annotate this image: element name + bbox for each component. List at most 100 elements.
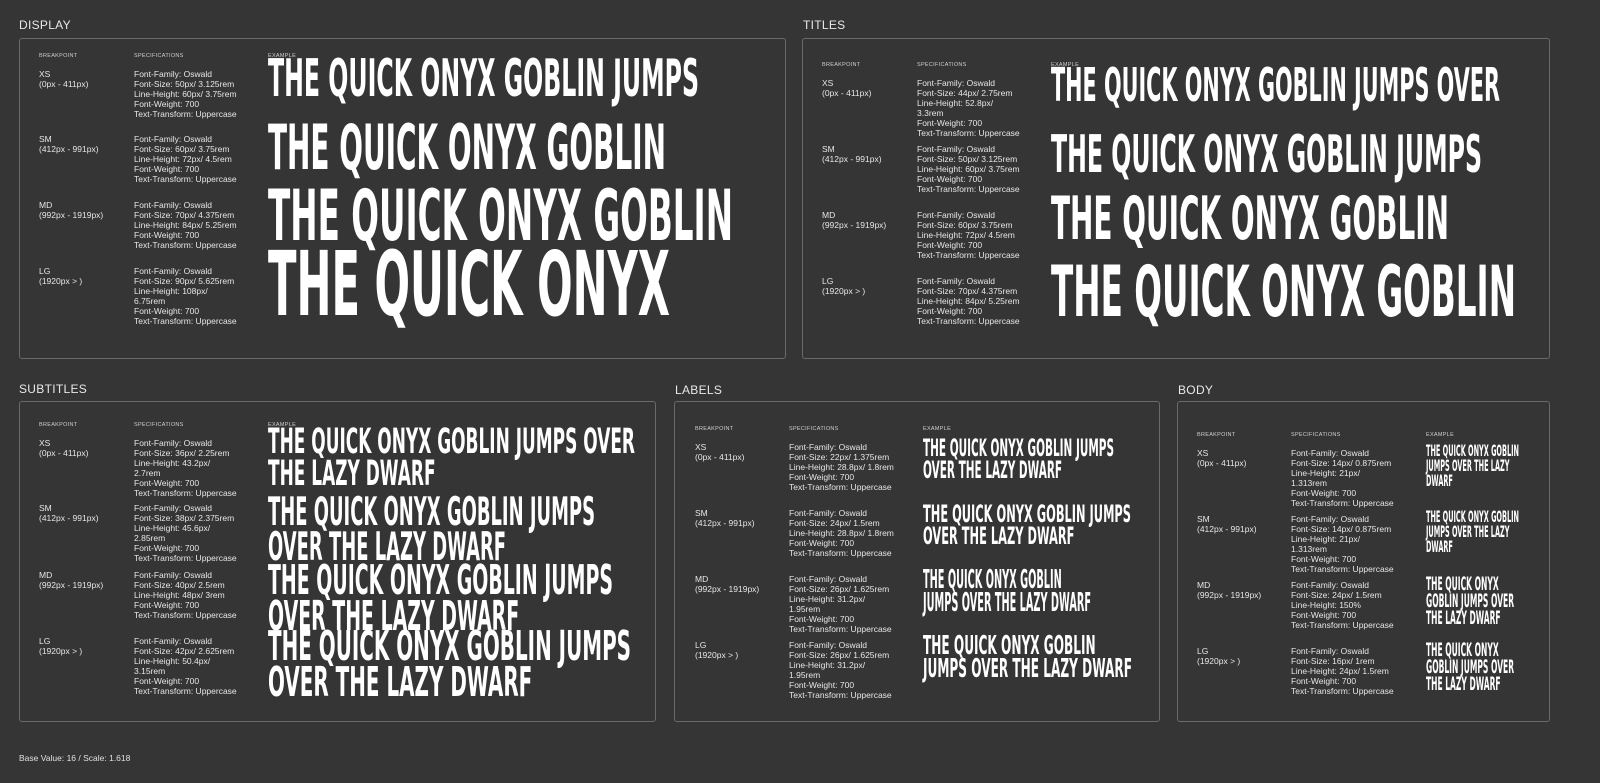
titles-lg-breakpoint-range: (1920px > ) bbox=[822, 286, 866, 296]
labels-md-spec-line: Font-Weight: 700 bbox=[789, 614, 855, 625]
display-sm-breakpoint: SM (412px - 991px) bbox=[39, 134, 99, 154]
labels-md-spec-line: 1.95rem bbox=[789, 604, 821, 615]
titles-xs-spec-line: Text-Transform: Uppercase bbox=[917, 128, 1020, 139]
subtitles-sm-spec-line: Line-Height: 45.6px/ bbox=[134, 523, 211, 534]
display-xs-spec-line: Font-Size: 50px/ 3.125rem bbox=[134, 79, 235, 90]
titles-xs-breakpoint-name: XS bbox=[822, 78, 834, 88]
body-sm-spec-line: 1.313rem bbox=[1291, 544, 1327, 555]
subtitles-xs-spec-line: Font-Family: Oswald bbox=[134, 438, 212, 448]
labels-xs-spec-line: Font-Family: Oswald bbox=[789, 442, 867, 452]
labels-sm-breakpoint-range: (412px - 991px) bbox=[695, 518, 755, 528]
body-md-example-line: THE LAZY DWARF bbox=[1426, 607, 1501, 630]
display-sm-spec-line: Line-Height: 72px/ 4.5rem bbox=[134, 154, 232, 165]
body-xs-example-line: DWARF bbox=[1426, 470, 1453, 490]
body-sm-spec-line: Font-Family: Oswald bbox=[1291, 514, 1369, 524]
body-xs-spec-line: 1.313rem bbox=[1291, 478, 1327, 489]
body-sm-specifications: Font-Family: Oswald Font-Size: 14px/ 0.87… bbox=[1291, 514, 1394, 575]
body-sm-breakpoint: SM (412px - 991px) bbox=[1197, 514, 1257, 534]
labels-lg-spec-line: Font-Size: 26px/ 1.625rem bbox=[789, 650, 890, 661]
body-lg-spec-line: Font-Family: Oswald bbox=[1291, 646, 1369, 656]
display-md-spec-line: Font-Family: Oswald bbox=[134, 200, 212, 210]
subtitles-breakpoint-header: BREAKPOINT bbox=[39, 422, 78, 428]
body-sm-breakpoint-name: SM bbox=[1197, 514, 1210, 524]
body-xs-spec-line: Font-Size: 14px/ 0.875rem bbox=[1291, 458, 1392, 469]
subtitles-md-spec-line: Font-Size: 40px/ 2.5rem bbox=[134, 580, 225, 591]
body-md-spec-line: Font-Family: Oswald bbox=[1291, 580, 1369, 590]
subtitles-md-spec-line: Text-Transform: Uppercase bbox=[134, 610, 237, 621]
titles-section-title: TITLES bbox=[803, 18, 846, 32]
display-sm-spec-line: Text-Transform: Uppercase bbox=[134, 174, 237, 185]
subtitles-lg-breakpoint: LG (1920px > ) bbox=[39, 636, 82, 656]
titles-xs-spec-line: Line-Height: 52.8px/ bbox=[917, 98, 994, 109]
subtitles-sm-breakpoint: SM (412px - 991px) bbox=[39, 503, 99, 523]
titles-md-spec-line: Text-Transform: Uppercase bbox=[917, 250, 1020, 261]
body-section-title: BODY bbox=[1178, 383, 1214, 397]
labels-section-title: LABELS bbox=[675, 383, 723, 397]
labels-md-example-line: JUMPS OVER THE LAZY DWARF bbox=[923, 588, 1092, 619]
display-section-title: DISPLAY bbox=[19, 18, 71, 32]
subtitles-section-title: SUBTITLES bbox=[19, 382, 88, 396]
display-md-breakpoint: MD (992px - 1919px) bbox=[39, 200, 103, 220]
display-md-spec-line: Font-Weight: 700 bbox=[134, 230, 200, 241]
subtitles-xs-spec-line: 2.7rem bbox=[134, 468, 161, 479]
body-lg-breakpoint-range: (1920px > ) bbox=[1197, 656, 1241, 666]
labels-md-breakpoint-range: (992px - 1919px) bbox=[695, 584, 760, 594]
body-md-specifications: Font-Family: Oswald Font-Size: 24px/ 1.5r… bbox=[1291, 580, 1394, 630]
labels-xs-specifications: Font-Family: Oswald Font-Size: 22px/ 1.37… bbox=[789, 442, 894, 492]
titles-xs-spec-line: Font-Weight: 700 bbox=[917, 118, 983, 129]
subtitles-specifications-header: SPECIFICATIONS bbox=[134, 422, 184, 428]
labels-sm-spec-line: Font-Family: Oswald bbox=[789, 508, 867, 518]
labels-sm-breakpoint: SM (412px - 991px) bbox=[695, 508, 755, 528]
body-sm-breakpoint-range: (412px - 991px) bbox=[1197, 524, 1257, 534]
titles-lg-breakpoint-name: LG bbox=[822, 276, 834, 286]
subtitles-lg-spec-line: Line-Height: 50.4px/ bbox=[134, 656, 211, 667]
labels-lg-spec-line: Font-Weight: 700 bbox=[789, 680, 855, 691]
body-sm-spec-line: Line-Height: 21px/ bbox=[1291, 534, 1360, 545]
titles-xs-spec-line: Font-Family: Oswald bbox=[917, 78, 995, 88]
titles-md-specifications: Font-Family: Oswald Font-Size: 60px/ 3.75… bbox=[917, 210, 1020, 260]
subtitles-md-spec-line: Line-Height: 48px/ 3rem bbox=[134, 590, 225, 601]
subtitles-sm-spec-line: Font-Family: Oswald bbox=[134, 503, 212, 513]
body-md-spec-line: Font-Size: 24px/ 1.5rem bbox=[1291, 590, 1382, 601]
subtitles-lg-spec-line: Font-Size: 42px/ 2.625rem bbox=[134, 646, 235, 657]
titles-md-spec-line: Line-Height: 72px/ 4.5rem bbox=[917, 230, 1015, 241]
titles-md-spec-line: Font-Family: Oswald bbox=[917, 210, 995, 220]
display-lg-breakpoint-range: (1920px > ) bbox=[39, 276, 83, 286]
titles-lg-spec-line: Font-Weight: 700 bbox=[917, 306, 983, 317]
titles-sm-breakpoint-name: SM bbox=[822, 144, 835, 154]
display-specifications-header: SPECIFICATIONS bbox=[134, 53, 184, 59]
body-example-header: EXAMPLE bbox=[1426, 432, 1455, 438]
labels-md-breakpoint: MD (992px - 1919px) bbox=[695, 574, 759, 594]
display-sm-example-line: THE QUICK ONYX GOBLIN bbox=[268, 111, 667, 185]
titles-xs-spec-line: Font-Size: 44px/ 2.75rem bbox=[917, 88, 1013, 99]
subtitles-md-spec-line: Font-Family: Oswald bbox=[134, 570, 212, 580]
display-xs-spec-line: Font-Family: Oswald bbox=[134, 69, 212, 79]
titles-xs-breakpoint-range: (0px - 411px) bbox=[822, 88, 872, 98]
titles-lg-spec-line: Text-Transform: Uppercase bbox=[917, 316, 1020, 327]
body-breakpoint-header: BREAKPOINT bbox=[1197, 432, 1236, 438]
labels-xs-breakpoint: XS (0px - 411px) bbox=[695, 442, 744, 462]
subtitles-md-breakpoint: MD (992px - 1919px) bbox=[39, 570, 103, 590]
subtitles-lg-specifications: Font-Family: Oswald Font-Size: 42px/ 2.62… bbox=[134, 636, 237, 697]
body-xs-spec-line: Line-Height: 21px/ bbox=[1291, 468, 1360, 479]
body-sm-spec-line: Font-Size: 14px/ 0.875rem bbox=[1291, 524, 1392, 535]
labels-lg-spec-line: 1.95rem bbox=[789, 670, 821, 681]
titles-lg-spec-line: Font-Family: Oswald bbox=[917, 276, 995, 286]
body-lg-breakpoint-name: LG bbox=[1197, 646, 1209, 656]
display-md-specifications: Font-Family: Oswald Font-Size: 70px/ 4.37… bbox=[134, 200, 237, 250]
subtitles-sm-spec-line: Font-Size: 38px/ 2.375rem bbox=[134, 513, 235, 524]
labels-xs-spec-line: Font-Size: 22px/ 1.375rem bbox=[789, 452, 890, 463]
subtitles-xs-breakpoint-name: XS bbox=[39, 438, 51, 448]
body-xs-breakpoint-range: (0px - 411px) bbox=[1197, 458, 1247, 468]
subtitles-lg-breakpoint-range: (1920px > ) bbox=[39, 646, 83, 656]
labels-xs-breakpoint-range: (0px - 411px) bbox=[695, 452, 745, 462]
body-specifications-header: SPECIFICATIONS bbox=[1291, 432, 1341, 438]
body-sm-spec-line: Font-Weight: 700 bbox=[1291, 554, 1357, 565]
subtitles-sm-spec-line: 2.85rem bbox=[134, 533, 166, 544]
display-sm-specifications: Font-Family: Oswald Font-Size: 60px/ 3.75… bbox=[134, 134, 237, 184]
body-lg-spec-line: Font-Size: 16px/ 1rem bbox=[1291, 656, 1375, 667]
display-lg-spec-line: Text-Transform: Uppercase bbox=[134, 316, 237, 327]
labels-xs-spec-line: Font-Weight: 700 bbox=[789, 472, 855, 483]
subtitles-sm-spec-line: Text-Transform: Uppercase bbox=[134, 553, 237, 564]
body-lg-breakpoint: LG (1920px > ) bbox=[1197, 646, 1240, 666]
